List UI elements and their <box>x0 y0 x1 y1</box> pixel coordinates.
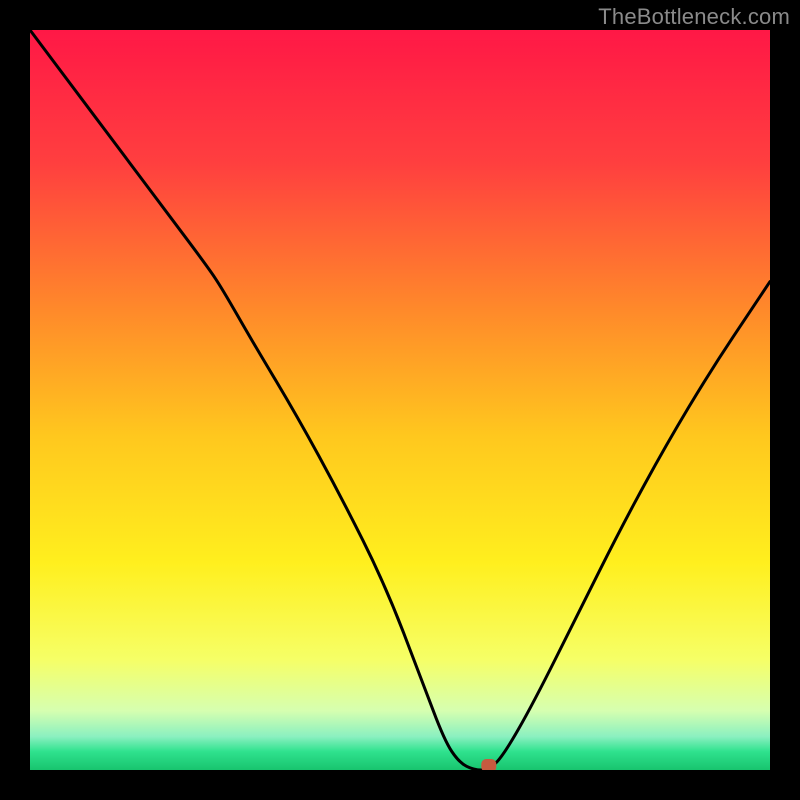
marker-dot <box>481 759 496 770</box>
watermark-text: TheBottleneck.com <box>598 4 790 30</box>
chart-plot-area <box>30 30 770 770</box>
chart-frame: TheBottleneck.com <box>0 0 800 800</box>
gradient-background <box>30 30 770 770</box>
chart-svg <box>30 30 770 770</box>
